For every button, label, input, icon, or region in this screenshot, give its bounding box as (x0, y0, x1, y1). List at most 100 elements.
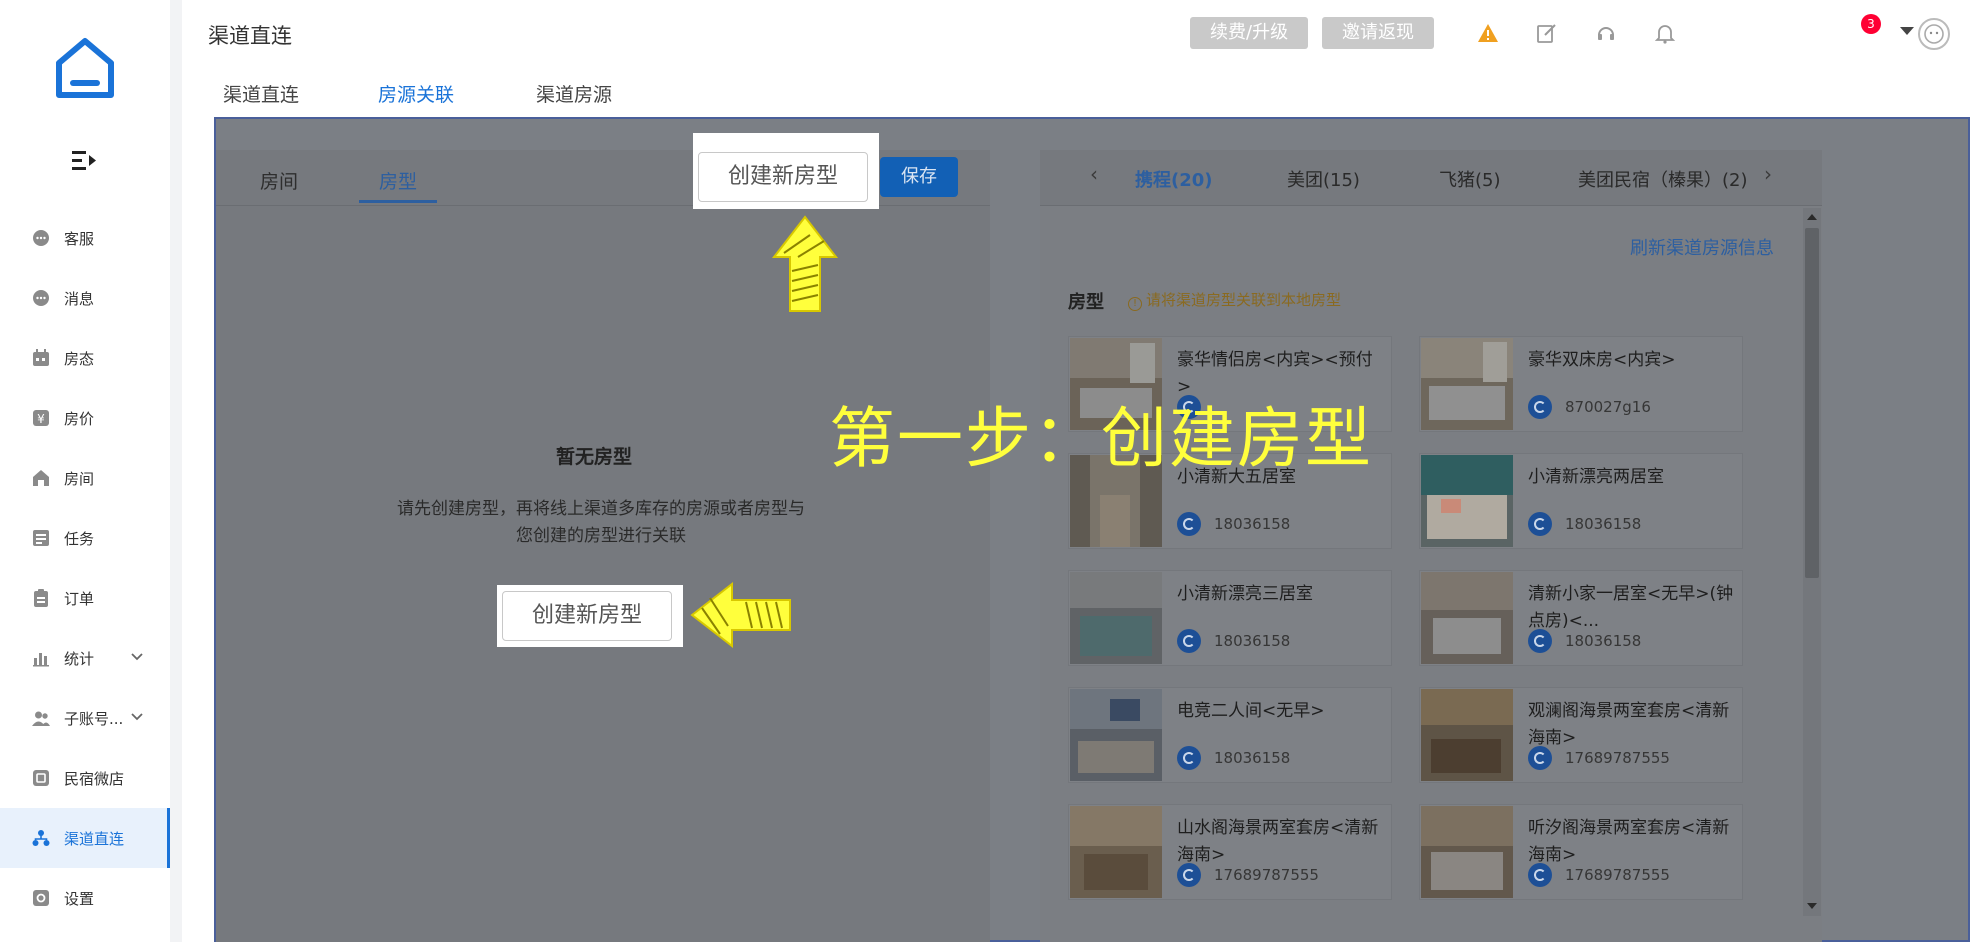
room-photo (1070, 806, 1162, 898)
ctrip-logo-icon (1528, 629, 1552, 653)
list-item[interactable]: 山水阁海景两室套房<清新海南> 17689787555 (1068, 804, 1392, 900)
sidebar-item-tasks[interactable]: 任务 (0, 508, 170, 568)
empty-state-description: 请先创建房型，再将线上渠道多库存的房源或者房型与您创建的房型进行关联 (397, 499, 805, 546)
sidebar-item-label: 统计 (64, 649, 95, 668)
left-arrow-icon (690, 582, 791, 648)
chart-icon (32, 649, 50, 667)
info-icon: ! (1128, 297, 1142, 311)
message-icon (32, 289, 50, 307)
sidebar-item-customer-service[interactable]: 客服 (0, 208, 170, 268)
invite-cashback-button[interactable]: 邀请返现 (1322, 17, 1434, 49)
sidebar-nav: 客服 消息 房态 ¥ 房价 房间 任务 订单 统计 子账号... 民宿微店 渠道… (0, 208, 170, 928)
room-id-text: 18036158 (1565, 632, 1642, 650)
sidebar-item-label: 房价 (64, 409, 95, 428)
tabs-prev-arrow[interactable]: ‹ (1090, 162, 1098, 186)
list-item[interactable]: 听汐阁海景两室套房<清新海南> 17689787555 (1419, 804, 1743, 900)
tab-channel-rooms[interactable]: 渠道房源 (536, 80, 612, 120)
edit-icon[interactable] (1536, 22, 1558, 44)
sidebar-item-room-status[interactable]: 房态 (0, 328, 170, 388)
room-photo (1421, 572, 1513, 664)
room-photo (1070, 572, 1162, 664)
home-icon (32, 469, 50, 487)
tab-meituan-homestay[interactable]: 美团民宿（榛果）(2) (1578, 166, 1748, 192)
sidebar-item-label: 子账号... (64, 709, 124, 728)
scrollbar-thumb[interactable] (1805, 228, 1819, 578)
sidebar-item-statistics[interactable]: 统计 (0, 628, 170, 688)
headset-support-icon[interactable] (1595, 22, 1617, 44)
tabs-next-arrow[interactable]: › (1764, 162, 1772, 186)
room-id: 17689787555 (1177, 863, 1319, 887)
room-title: 清新小家一居室<无早>(钟点房)<... (1528, 584, 1734, 631)
list-item[interactable]: 小清新漂亮两居室 18036158 (1419, 453, 1743, 549)
sidebar-item-messages[interactable]: 消息 (0, 268, 170, 328)
list-item[interactable]: 电竞二人间<无早> 18036158 (1068, 687, 1392, 783)
empty-state-title: 暂无房型 (556, 446, 633, 468)
room-id-text: 18036158 (1214, 515, 1291, 533)
tab-channel-direct[interactable]: 渠道直连 (223, 80, 299, 120)
save-button[interactable]: 保存 (880, 157, 958, 197)
yen-icon: ¥ (32, 409, 50, 427)
room-id-text: 17689787555 (1565, 749, 1670, 767)
collapse-menu-icon[interactable] (70, 148, 98, 174)
home-logo-icon[interactable] (55, 37, 115, 101)
tab-room-types[interactable]: 房型 (379, 167, 417, 194)
bell-icon[interactable] (1654, 22, 1676, 44)
tab-fliggy[interactable]: 飞猪(5) (1439, 166, 1501, 192)
scroll-up-icon[interactable] (1806, 212, 1818, 222)
list-item[interactable]: 观澜阁海景两室套房<清新海南> 17689787555 (1419, 687, 1743, 783)
tab-rooms[interactable]: 房间 (260, 167, 298, 194)
room-id-text: 18036158 (1214, 632, 1291, 650)
room-id: 870027g16 (1528, 395, 1651, 419)
dropdown-caret-icon[interactable] (1899, 25, 1915, 37)
sidebar-item-settings[interactable]: 设置 (0, 868, 170, 928)
task-icon (32, 529, 50, 547)
sidebar-item-label: 设置 (64, 889, 95, 908)
sidebar-item-label: 订单 (64, 589, 95, 608)
renew-upgrade-button[interactable]: 续费/升级 (1190, 17, 1309, 49)
tab-room-link[interactable]: 房源关联 (359, 80, 473, 120)
sidebar-item-label: 房态 (64, 349, 95, 368)
scroll-down-icon[interactable] (1806, 901, 1818, 911)
warning-icon[interactable] (1477, 22, 1499, 44)
list-item[interactable]: 清新小家一居室<无早>(钟点房)<... 18036158 (1419, 570, 1743, 666)
room-id-text: 17689787555 (1214, 866, 1319, 884)
list-item[interactable]: 小清新漂亮三居室 18036158 (1068, 570, 1392, 666)
sidebar-item-label: 民宿微店 (64, 769, 125, 788)
room-title: 观澜阁海景两室套房<清新海南> (1528, 701, 1730, 748)
chevron-down-icon (131, 653, 143, 661)
room-title: 小清新漂亮两居室 (1528, 467, 1664, 487)
tab-ctrip[interactable]: 携程(20) (1135, 166, 1213, 192)
sidebar-item-orders[interactable]: 订单 (0, 568, 170, 628)
tab-meituan[interactable]: 美团(15) (1287, 166, 1360, 192)
sidebar-item-sub-accounts[interactable]: 子账号... (0, 688, 170, 748)
room-id: 18036158 (1528, 512, 1641, 536)
sidebar-item-channel-direct[interactable]: 渠道直连 (0, 808, 170, 868)
room-id-text: 870027g16 (1565, 398, 1651, 416)
sidebar: 客服 消息 房态 ¥ 房价 房间 任务 订单 统计 子账号... 民宿微店 渠道… (0, 0, 170, 942)
hint-label: 请将渠道房型关联到本地房型 (1146, 291, 1342, 309)
sidebar-item-rooms[interactable]: 房间 (0, 448, 170, 508)
sidebar-item-label: 消息 (64, 289, 95, 308)
chevron-down-icon (131, 713, 143, 721)
active-tab-indicator (359, 200, 437, 203)
list-item[interactable]: 豪华双床房<内宾> 870027g16 (1419, 336, 1743, 432)
room-title: 电竞二人间<无早> (1177, 701, 1325, 721)
channel-icon (32, 829, 50, 847)
room-title: 山水阁海景两室套房<清新海南> (1177, 818, 1379, 865)
avatar[interactable] (1918, 18, 1950, 50)
user-face-icon (1924, 24, 1944, 44)
room-id-text: 17689787555 (1565, 866, 1670, 884)
sidebar-item-room-price[interactable]: ¥ 房价 (0, 388, 170, 448)
sidebar-item-micro-shop[interactable]: 民宿微店 (0, 748, 170, 808)
empty-create-room-type-button[interactable]: 创建新房型 (502, 591, 672, 641)
refresh-channel-rooms-link[interactable]: 刷新渠道房源信息 (1630, 234, 1774, 260)
create-room-type-button[interactable]: 创建新房型 (698, 152, 868, 202)
room-title: 听汐阁海景两室套房<清新海南> (1528, 818, 1730, 865)
sidebar-item-label: 任务 (64, 529, 95, 548)
shop-icon (32, 769, 50, 787)
ctrip-logo-icon (1177, 512, 1201, 536)
settings-icon (32, 889, 50, 907)
ctrip-logo-icon (1177, 629, 1201, 653)
room-photo (1421, 689, 1513, 781)
room-id: 18036158 (1177, 629, 1290, 653)
